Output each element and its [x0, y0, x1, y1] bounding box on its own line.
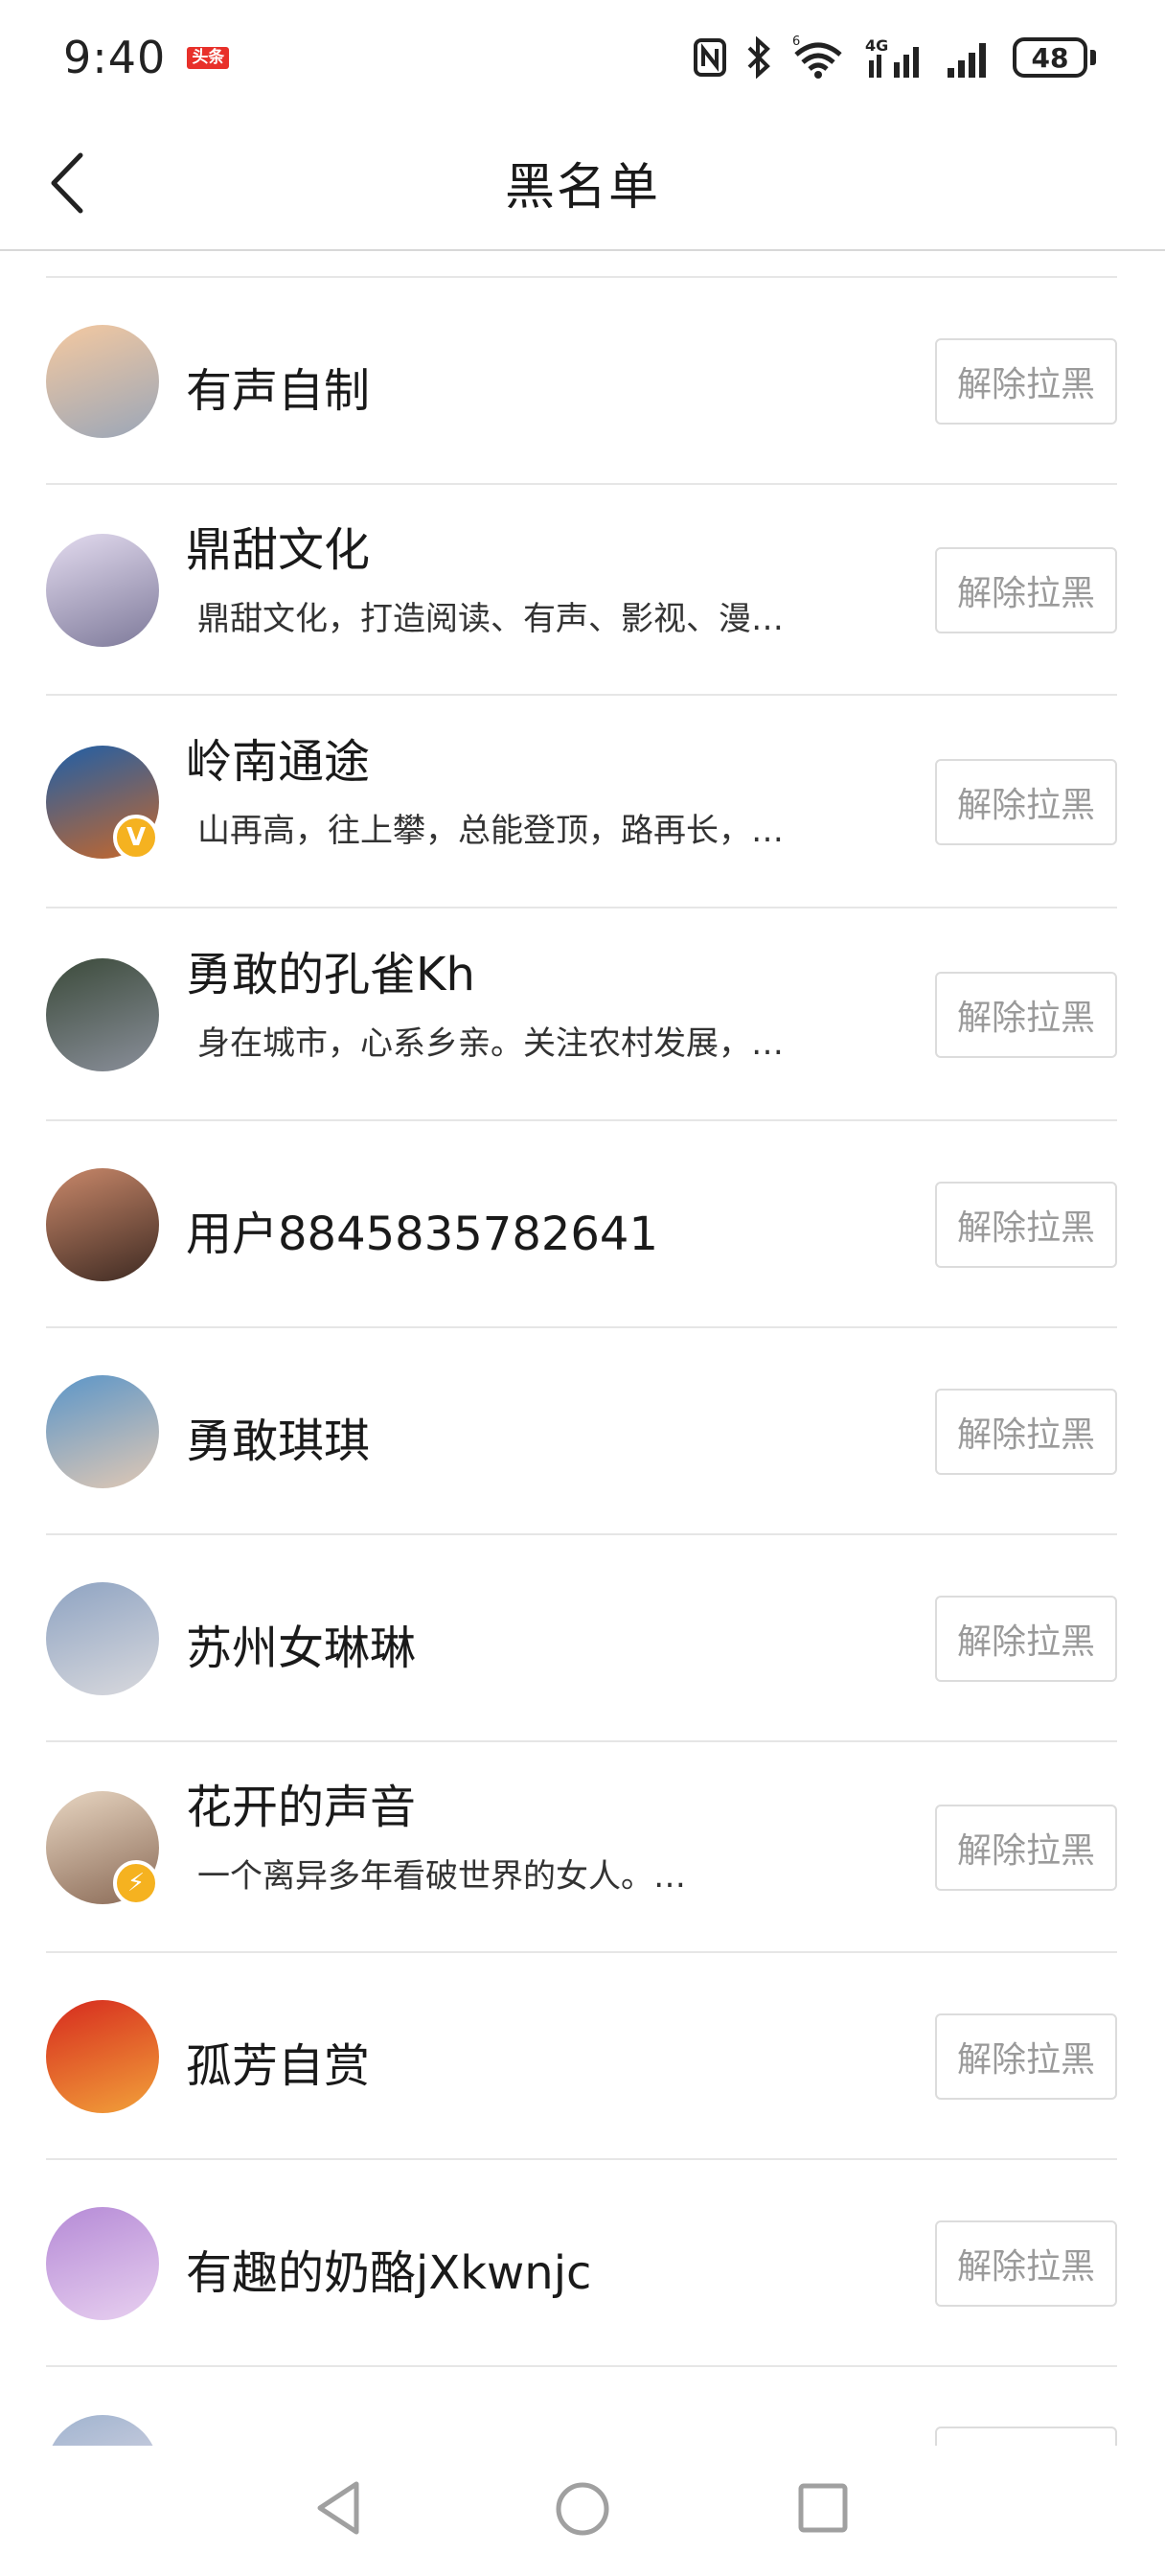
system-nav-bar: [0, 2446, 1165, 2576]
unblock-button[interactable]: 解除拉黑: [935, 972, 1117, 1058]
list-item[interactable]: ⚡ 花开的声音一个离异多年看破世界的女人。… 解除拉黑: [46, 1742, 1117, 1953]
user-name: 勇敢琪琪: [186, 1414, 371, 1468]
avatar[interactable]: [46, 534, 159, 647]
unblock-button[interactable]: 解除拉黑: [935, 1805, 1117, 1891]
list-item[interactable]: 勇敢琪琪 解除拉黑: [46, 1328, 1117, 1535]
nfc-icon: [694, 38, 726, 77]
signal-icon: [948, 43, 986, 78]
avatar[interactable]: [46, 2207, 159, 2320]
user-description: 身在城市，心系乡亲。关注农村发展，…: [197, 1024, 784, 1063]
status-bar: 9:40 头条 6 4G 48: [0, 0, 1165, 115]
wifi-icon: 6: [792, 35, 842, 79]
unblock-button[interactable]: [935, 2426, 1117, 2446]
list-item[interactable]: 勇敢的孔雀Kh 身在城市，心系乡亲。关注农村发展，… 解除拉黑: [46, 908, 1117, 1121]
avatar[interactable]: [46, 1375, 159, 1488]
circle-home-icon[interactable]: [554, 2480, 611, 2538]
user-description: 一个离异多年看破世界的女人。…: [197, 1857, 686, 1896]
back-button[interactable]: [38, 150, 96, 217]
bluetooth-icon: [747, 36, 770, 79]
unblock-button[interactable]: 解除拉黑: [935, 1182, 1117, 1268]
avatar[interactable]: [46, 1168, 159, 1281]
avatar[interactable]: [46, 325, 159, 438]
blocked-user-list: 有声自制 解除拉黑 鼎甜文化 鼎甜文化，打造阅读、有声、影视、漫… 解除拉黑 V 岭南通途山…: [0, 251, 1165, 2446]
user-name: 孤芳自赏: [186, 2039, 371, 2093]
avatar[interactable]: [46, 2000, 159, 2113]
list-item[interactable]: 有声自制 解除拉黑: [46, 278, 1117, 485]
user-name: 岭南通途: [186, 735, 371, 789]
cellular-4g-icon: 4G: [865, 36, 919, 78]
battery-tip: [1090, 50, 1096, 65]
list-item[interactable]: 苏州女琳琳 解除拉黑: [46, 1535, 1117, 1742]
user-description: 山再高，往上攀，总能登顶，路再长，…: [197, 812, 784, 850]
avatar[interactable]: [46, 958, 159, 1071]
user-name: 鼎甜文化: [186, 523, 371, 577]
unblock-button[interactable]: 解除拉黑: [935, 1596, 1117, 1682]
status-right: 6 4G 48: [693, 35, 1096, 80]
header: 黑名单: [0, 115, 1165, 251]
bolt-badge-icon: ⚡: [113, 1860, 159, 1906]
avatar[interactable]: [46, 2415, 159, 2446]
unblock-button[interactable]: 解除拉黑: [935, 2220, 1117, 2307]
unblock-button[interactable]: 解除拉黑: [935, 1389, 1117, 1475]
unblock-button[interactable]: 解除拉黑: [935, 2013, 1117, 2100]
wifi-sup-label: 6: [792, 35, 800, 49]
user-name: 花开的声音: [186, 1781, 417, 1834]
network-label: 4G: [865, 36, 888, 55]
chevron-left-icon: [51, 152, 83, 214]
page-title: 黑名单: [504, 158, 660, 217]
list-item-partial[interactable]: [46, 2367, 1117, 2446]
user-name: 用户8845835782641: [186, 1208, 659, 1261]
verified-badge-icon: V: [113, 815, 159, 861]
status-left: 9:40 头条: [63, 32, 230, 83]
user-name: 有声自制: [186, 364, 371, 418]
toutiao-notification-icon: 头条: [187, 46, 230, 69]
square-recents-icon[interactable]: [797, 2482, 849, 2534]
unblock-button[interactable]: 解除拉黑: [935, 547, 1117, 633]
avatar[interactable]: [46, 1582, 159, 1695]
list-item[interactable]: V 岭南通途山再高，往上攀，总能登顶，路再长，… 解除拉黑: [46, 696, 1117, 908]
user-description: 鼎甜文化，打造阅读、有声、影视、漫…: [197, 600, 784, 638]
list-item[interactable]: 鼎甜文化鼎甜文化，打造阅读、有声、影视、漫… 解除拉黑: [46, 485, 1117, 696]
list-item[interactable]: 有趣的奶酪jXkwnjc 解除拉黑: [46, 2160, 1117, 2367]
unblock-button[interactable]: 解除拉黑: [935, 338, 1117, 425]
user-name: 有趣的奶酪jXkwnjc: [186, 2246, 592, 2300]
battery-level: 48: [1013, 37, 1087, 78]
unblock-button[interactable]: 解除拉黑: [935, 759, 1117, 845]
list-item[interactable]: 用户8845835782641 解除拉黑: [46, 1121, 1117, 1328]
battery-icon: 48: [1013, 37, 1096, 78]
list-item[interactable]: 孤芳自赏 解除拉黑: [46, 1953, 1117, 2160]
user-name: 苏州女琳琳: [186, 1622, 417, 1675]
user-name: 勇敢的孔雀Kh: [186, 948, 475, 1001]
triangle-back-icon[interactable]: [312, 2478, 362, 2538]
clock: 9:40: [63, 32, 167, 83]
